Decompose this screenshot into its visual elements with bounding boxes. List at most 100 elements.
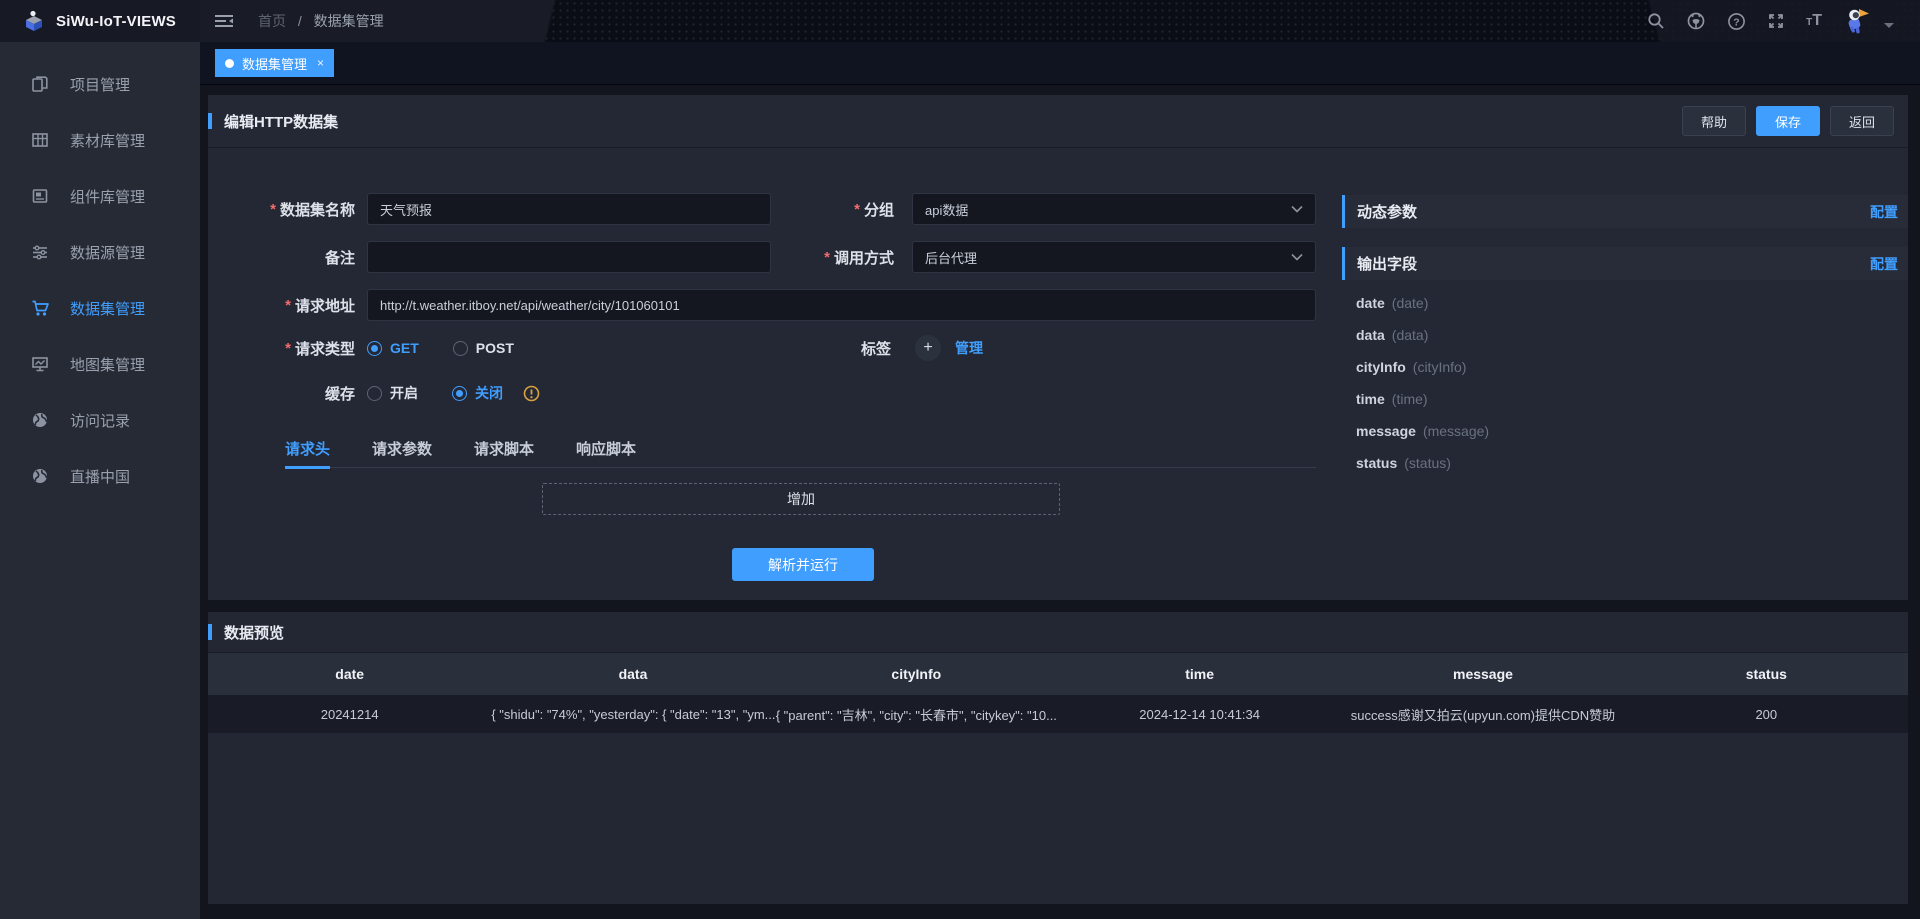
field-alias: (data) bbox=[1392, 327, 1429, 343]
svg-text:?: ? bbox=[1733, 16, 1739, 28]
user-menu-caret-icon[interactable] bbox=[1884, 23, 1894, 28]
group-select[interactable]: api数据 bbox=[912, 193, 1316, 225]
request-method-radio-group: GET POST bbox=[367, 337, 548, 359]
group-select-value: api数据 bbox=[925, 200, 1291, 219]
sidebar-item-label: 数据源管理 bbox=[70, 242, 145, 263]
tab-request-headers[interactable]: 请求头 bbox=[285, 430, 330, 467]
question-icon[interactable]: ? bbox=[1726, 11, 1746, 31]
component-icon bbox=[30, 186, 50, 206]
tab-request-params[interactable]: 请求参数 bbox=[372, 430, 432, 467]
cube-logo-icon bbox=[22, 9, 46, 33]
request-url-input[interactable] bbox=[367, 289, 1316, 321]
radio-cache-off[interactable] bbox=[452, 386, 467, 401]
radio-cache-on[interactable] bbox=[367, 386, 382, 401]
chevron-down-icon bbox=[1291, 253, 1303, 261]
output-field-item: message (message) bbox=[1342, 415, 1908, 447]
fullscreen-icon[interactable] bbox=[1766, 11, 1786, 31]
save-button[interactable]: 保存 bbox=[1756, 106, 1820, 136]
sidebar-item-project[interactable]: 项目管理 bbox=[0, 56, 200, 112]
sidebar-item-live-china[interactable]: 直播中国 bbox=[0, 448, 200, 504]
breadcrumb-separator: / bbox=[298, 13, 302, 29]
sidebar-item-component[interactable]: 组件库管理 bbox=[0, 168, 200, 224]
github-icon[interactable] bbox=[1686, 11, 1706, 31]
radio-cache-on-label[interactable]: 开启 bbox=[390, 383, 418, 403]
sidebar-item-label: 访问记录 bbox=[70, 410, 130, 431]
required-asterisk: * bbox=[270, 201, 276, 218]
radio-get[interactable] bbox=[367, 341, 382, 356]
sidebar: SiWu-IoT-VIEWS 项目管理 素材库管理 组件库管理 bbox=[0, 0, 200, 919]
chevron-down-icon bbox=[1291, 205, 1303, 213]
parse-and-run-button[interactable]: 解析并运行 bbox=[732, 548, 874, 581]
invoke-mode-select[interactable]: 后台代理 bbox=[912, 241, 1316, 273]
column-header: time bbox=[1058, 666, 1341, 682]
help-button[interactable]: 帮助 bbox=[1682, 106, 1746, 136]
tab-dataset-management[interactable]: 数据集管理 × bbox=[215, 49, 334, 77]
cart-icon bbox=[30, 298, 50, 318]
sidebar-item-material[interactable]: 素材库管理 bbox=[0, 112, 200, 168]
output-fields-list: date (date) data (data) cityInfo (cityIn… bbox=[1342, 280, 1908, 479]
sidebar-item-access-log[interactable]: 访问记录 bbox=[0, 392, 200, 448]
sidebar-item-mapset[interactable]: 地图集管理 bbox=[0, 336, 200, 392]
tag-label: 标签 bbox=[748, 337, 891, 359]
cache-radio-group: 开启 关闭 bbox=[367, 382, 540, 404]
radio-cache-off-label[interactable]: 关闭 bbox=[475, 383, 503, 403]
field-name: status bbox=[1356, 455, 1397, 471]
back-button[interactable]: 返回 bbox=[1830, 106, 1894, 136]
field-alias: (cityInfo) bbox=[1413, 359, 1467, 375]
output-fields-config-link[interactable]: 配置 bbox=[1870, 254, 1898, 274]
radio-post[interactable] bbox=[453, 341, 468, 356]
app-root: SiWu-IoT-VIEWS 项目管理 素材库管理 组件库管理 bbox=[0, 0, 1920, 919]
collapse-menu-icon[interactable] bbox=[214, 12, 234, 30]
breadcrumb-current: 数据集管理 bbox=[314, 13, 384, 29]
field-name: cityInfo bbox=[1356, 359, 1406, 375]
dynamic-params-header: 动态参数 配置 bbox=[1342, 195, 1908, 228]
field-name: message bbox=[1356, 423, 1416, 439]
group-label: * 分组 bbox=[708, 193, 894, 225]
required-asterisk: * bbox=[854, 201, 860, 218]
field-name: date bbox=[1356, 295, 1385, 311]
sidebar-item-dataset[interactable]: 数据集管理 bbox=[0, 280, 200, 336]
board-icon bbox=[30, 354, 50, 374]
breadcrumb: 首页 / 数据集管理 bbox=[258, 11, 384, 31]
data-preview-header: 数据预览 bbox=[208, 612, 1908, 653]
cell-status: 200 bbox=[1625, 707, 1908, 722]
app-title: SiWu-IoT-VIEWS bbox=[56, 13, 176, 30]
copy-icon bbox=[30, 74, 50, 94]
sidebar-item-label: 项目管理 bbox=[70, 74, 130, 95]
field-alias: (message) bbox=[1423, 423, 1489, 439]
manage-tags-link[interactable]: 管理 bbox=[955, 338, 983, 358]
dynamic-params-config-link[interactable]: 配置 bbox=[1870, 202, 1898, 222]
avatar[interactable] bbox=[1842, 7, 1870, 35]
field-name: data bbox=[1356, 327, 1385, 343]
tab-request-script[interactable]: 请求脚本 bbox=[474, 430, 534, 467]
radio-post-label[interactable]: POST bbox=[476, 340, 514, 356]
field-name: time bbox=[1356, 391, 1385, 407]
field-alias: (date) bbox=[1392, 295, 1429, 311]
logo[interactable]: SiWu-IoT-VIEWS bbox=[0, 0, 200, 42]
sidebar-item-label: 素材库管理 bbox=[70, 130, 145, 151]
cell-date: 20241214 bbox=[208, 707, 491, 722]
cell-data: { "shidu": "74%", "yesterday": { "date":… bbox=[491, 707, 774, 722]
globe-icon bbox=[30, 466, 50, 486]
add-header-button[interactable]: 增加 bbox=[542, 483, 1060, 515]
search-icon[interactable] bbox=[1646, 11, 1666, 31]
preview-table-header: date data cityInfo time message status bbox=[208, 653, 1908, 695]
sidebar-item-label: 组件库管理 bbox=[70, 186, 145, 207]
tab-response-script[interactable]: 响应脚本 bbox=[576, 430, 636, 467]
output-field-item: time (time) bbox=[1342, 383, 1908, 415]
globe-icon bbox=[30, 410, 50, 430]
breadcrumb-home[interactable]: 首页 bbox=[258, 13, 286, 29]
output-field-item: status (status) bbox=[1342, 447, 1908, 479]
radio-get-label[interactable]: GET bbox=[390, 340, 419, 356]
output-field-item: data (data) bbox=[1342, 319, 1908, 351]
cache-label: 缓存 bbox=[208, 382, 355, 404]
sidebar-item-datasource[interactable]: 数据源管理 bbox=[0, 224, 200, 280]
params-column: 动态参数 配置 输出字段 配置 date (date) data (data) … bbox=[1342, 195, 1908, 479]
table-row[interactable]: 20241214 { "shidu": "74%", "yesterday": … bbox=[208, 695, 1908, 733]
tab-close-icon[interactable]: × bbox=[317, 56, 324, 70]
request-config-tabs: 请求头 请求参数 请求脚本 响应脚本 bbox=[285, 430, 1316, 468]
dataset-name-label: * 数据集名称 bbox=[208, 193, 355, 225]
tab-bar: 数据集管理 × bbox=[200, 42, 1920, 85]
add-tag-button[interactable]: + bbox=[915, 335, 941, 361]
font-size-icon[interactable]: TT bbox=[1806, 12, 1822, 30]
